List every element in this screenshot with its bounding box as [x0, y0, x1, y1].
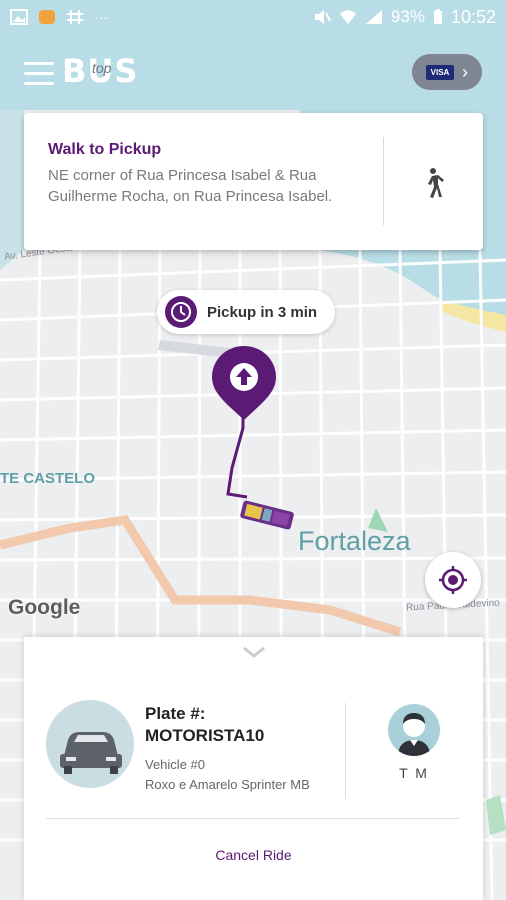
visa-card-icon: VISA: [426, 64, 454, 80]
wifi-icon: [339, 10, 356, 24]
chevron-down-icon[interactable]: [242, 645, 266, 659]
top-bar: BUS top VISA ›: [0, 46, 506, 102]
locate-me-button[interactable]: [425, 552, 481, 608]
divider: [345, 703, 346, 799]
hamburger-icon[interactable]: [24, 62, 54, 86]
vehicle-description: Roxo e Amarelo Sprinter MB: [145, 777, 310, 792]
walk-description: NE corner of Rua Princesa Isabel & Rua G…: [48, 167, 333, 205]
car-icon: [46, 700, 134, 788]
pickup-pin-icon: [212, 346, 276, 420]
battery-percent: 93%: [390, 7, 425, 26]
signal-icon: [365, 10, 382, 24]
status-bar: ··· 93% 10:52: [0, 0, 506, 34]
plate-label: Plate #:: [145, 704, 206, 723]
more-notifications-icon: ···: [94, 9, 108, 25]
driver-initials: T M: [399, 765, 429, 781]
gallery-icon: [10, 9, 28, 25]
vehicle-number: Vehicle #0: [145, 757, 205, 772]
ride-details-sheet: Plate #: MOTORISTA10 Vehicle #0 Roxo e A…: [24, 637, 483, 900]
district-label: TE CASTELO: [0, 470, 96, 487]
cancel-ride-button[interactable]: Cancel Ride: [24, 847, 483, 863]
bus-icon: [240, 500, 294, 530]
app-notification-icon: [39, 10, 55, 24]
pickup-eta-pill: Pickup in 3 min: [157, 290, 335, 334]
mute-icon: [314, 10, 331, 24]
app-logo: BUS top: [62, 50, 158, 96]
city-label: Fortaleza: [298, 526, 411, 556]
chevron-right-icon: ›: [462, 61, 468, 82]
pickup-eta-text: Pickup in 3 min: [207, 303, 318, 321]
walk-title: Walk to Pickup: [48, 141, 162, 158]
divider: [46, 818, 460, 819]
battery-icon: [433, 9, 442, 24]
driver-avatar-icon: [388, 704, 440, 756]
google-attribution: Google: [8, 596, 81, 619]
divider: [383, 137, 384, 225]
logo-sub: top: [92, 60, 112, 76]
walking-person-icon: [428, 168, 444, 198]
payment-method-button[interactable]: VISA ›: [412, 54, 482, 90]
locate-target-icon: [439, 566, 467, 594]
slack-icon: [67, 10, 83, 24]
clock-time: 10:52: [450, 6, 496, 27]
walk-to-pickup-card: Walk to Pickup NE corner of Rua Princesa…: [24, 113, 483, 250]
plate-value: MOTORISTA10: [145, 726, 265, 745]
clock-icon: [165, 296, 197, 328]
